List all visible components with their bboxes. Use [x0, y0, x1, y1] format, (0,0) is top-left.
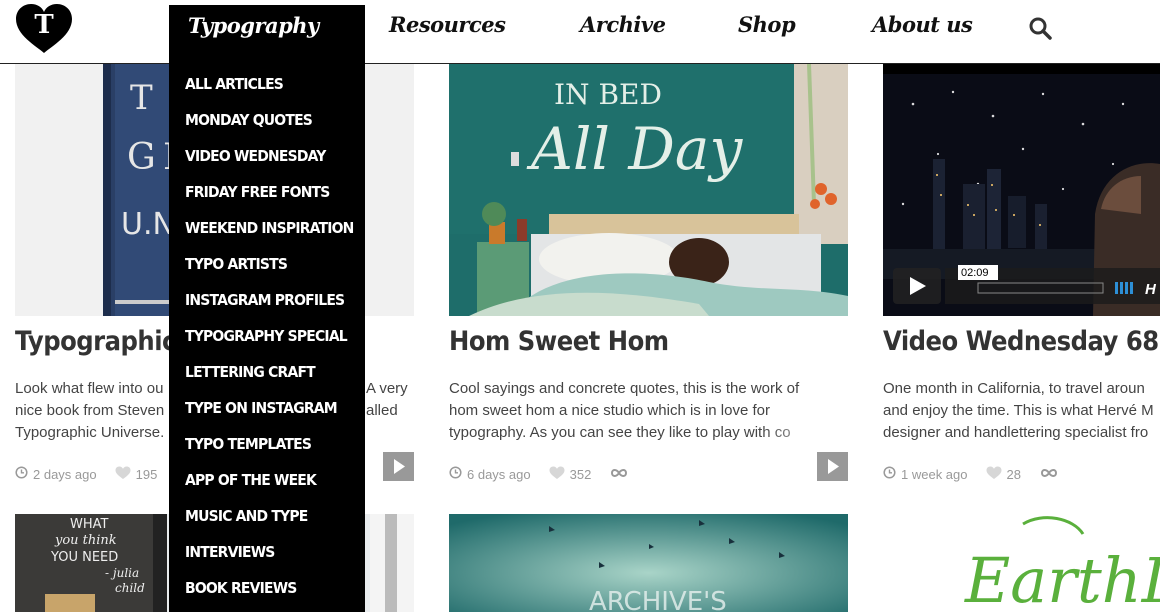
card-2-meta: 6 days ago 352: [449, 464, 634, 484]
svg-text:U.N: U.N: [121, 207, 175, 242]
nav-archive[interactable]: Archive: [580, 12, 666, 37]
card-2-time: 6 days ago: [467, 466, 531, 482]
menu-item-typo-templates[interactable]: TYPO TEMPLATES: [185, 435, 312, 453]
logo-letter: T: [34, 10, 54, 40]
nav-typography[interactable]: Typography: [188, 13, 319, 38]
nav-resources[interactable]: Resources: [389, 12, 506, 37]
card-3-likes: 28: [1006, 466, 1021, 482]
card-2-image[interactable]: IN BED All Day: [449, 64, 848, 316]
excerpt-line: One month in California, to travel aroun: [883, 380, 1145, 397]
card-2-excerpt-fade: [760, 420, 850, 444]
search-icon[interactable]: [1028, 16, 1054, 42]
menu-item-music-and-type[interactable]: MUSIC AND TYPE: [185, 507, 308, 525]
menu-item-app-of-the-week[interactable]: APP OF THE WEEK: [185, 471, 317, 489]
menu-item-type-on-instagram[interactable]: TYPE ON INSTAGRAM: [185, 399, 338, 417]
nav-shop[interactable]: Shop: [738, 12, 796, 37]
excerpt-line: A very: [366, 380, 408, 397]
card-6-image[interactable]: EarthDa: [883, 514, 1160, 612]
clock-icon: [449, 466, 462, 482]
play-icon: [828, 459, 839, 474]
excerpt-line: designer and handlettering specialist fr…: [883, 424, 1149, 441]
menu-item-video-wednesday[interactable]: VIDEO WEDNESDAY: [185, 147, 326, 165]
card-2-image-text: IN BED: [554, 78, 662, 111]
svg-text:T: T: [130, 78, 153, 118]
card-3-video-time: 02:09: [961, 267, 989, 279]
card-4-image-text: - julia: [105, 566, 139, 580]
card-1-time: 2 days ago: [33, 466, 97, 482]
menu-item-friday-free-fonts[interactable]: FRIDAY FREE FONTS: [185, 183, 330, 201]
menu-item-all-articles[interactable]: ALL ARTICLES: [185, 75, 284, 93]
card-4-image-text: YOU NEED: [50, 550, 118, 565]
card-4-image-text: you think: [54, 533, 117, 548]
card-3-time: 1 week ago: [901, 466, 968, 482]
nav-about-us[interactable]: About us: [872, 12, 973, 37]
clock-icon: [15, 466, 28, 482]
excerpt-line: and enjoy the time. This is what Hervé M: [883, 402, 1154, 419]
card-4-image-text: WHAT: [70, 517, 109, 532]
card-1-meta: 2 days ago 195: [15, 464, 157, 484]
typography-dropdown-menu: Typography ALL ARTICLES MONDAY QUOTES VI…: [169, 5, 365, 612]
menu-item-weekend-inspiration[interactable]: WEEKEND INSPIRATION: [185, 219, 354, 237]
logo-heart-icon[interactable]: T: [14, 3, 74, 55]
excerpt-line: alled: [366, 402, 398, 419]
infinity-icon[interactable]: [609, 467, 629, 482]
card-3-excerpt: One month in California, to travel aroun…: [883, 378, 1160, 444]
excerpt-line: Cool sayings and concrete quotes, this i…: [449, 380, 800, 397]
card-2-play-button[interactable]: [817, 452, 848, 481]
svg-text:ARCHIVE'S: ARCHIVE'S: [589, 587, 727, 612]
card-1-excerpt-right: A very alled: [366, 378, 408, 422]
menu-item-interviews[interactable]: INTERVIEWS: [185, 543, 275, 561]
menu-item-book-reviews[interactable]: BOOK REVIEWS: [185, 579, 297, 597]
menu-item-typo-artists[interactable]: TYPO ARTISTS: [185, 255, 288, 273]
card-1-play-button[interactable]: [383, 452, 414, 481]
card-2-image-text: All Day: [526, 115, 744, 183]
card-1-likes: 195: [135, 466, 158, 482]
card-3-video-hd: H: [1145, 281, 1157, 298]
excerpt-line: hom sweet hom a nice studio which is in …: [449, 402, 770, 419]
clock-icon: [883, 466, 896, 482]
menu-item-lettering-craft[interactable]: LETTERING CRAFT: [185, 363, 316, 381]
card-4-image-text: child: [115, 581, 145, 595]
menu-item-typography-special[interactable]: TYPOGRAPHY SPECIAL: [185, 327, 348, 345]
heart-icon[interactable]: [986, 466, 1002, 483]
svg-text:G: G: [127, 137, 156, 178]
card-2-likes: 352: [569, 466, 592, 482]
card-3-meta: 1 week ago 28: [883, 464, 1064, 484]
card-5-image[interactable]: ARCHIVE'S: [449, 514, 848, 612]
menu-item-monday-quotes[interactable]: MONDAY QUOTES: [185, 111, 313, 129]
card-3-video[interactable]: 02:09 H: [883, 64, 1160, 316]
menu-item-instagram-profiles[interactable]: INSTAGRAM PROFILES: [185, 291, 345, 309]
card-6-image-text: EarthDa: [964, 544, 1160, 612]
play-icon: [394, 459, 405, 474]
heart-icon[interactable]: [115, 466, 131, 483]
heart-icon[interactable]: [549, 466, 565, 483]
card-2-title[interactable]: Hom Sweet Hom: [449, 326, 669, 357]
infinity-icon[interactable]: [1039, 467, 1059, 482]
card-3-title[interactable]: Video Wednesday 68: [883, 326, 1159, 357]
